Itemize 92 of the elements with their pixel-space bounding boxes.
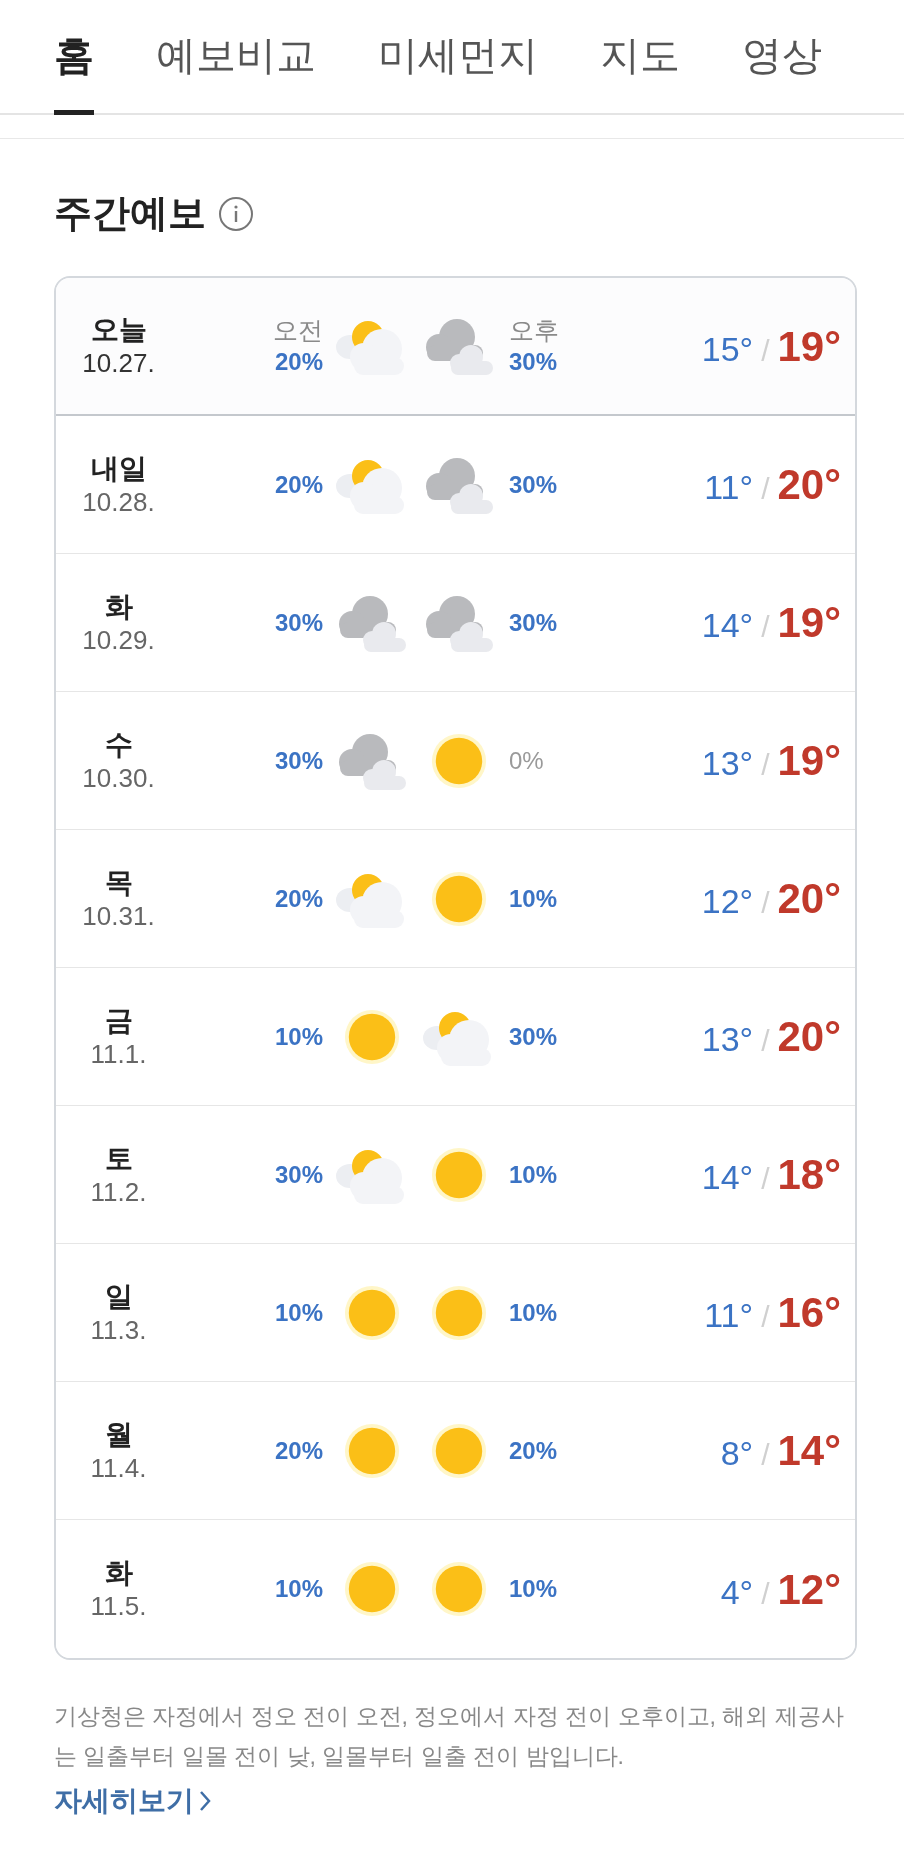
low-temperature: 13° — [701, 1019, 754, 1060]
high-temperature: 18° — [777, 1150, 841, 1200]
period-label: 오후 — [509, 315, 559, 347]
low-temperature: 15° — [701, 328, 754, 370]
low-temperature: 14° — [701, 605, 754, 646]
high-temperature: 20° — [777, 460, 841, 510]
date-label: 10.29. — [82, 623, 155, 657]
precipitation: 10% — [509, 883, 558, 914]
day-label: 오늘 — [90, 313, 147, 348]
separator: / — [761, 1437, 770, 1473]
tab[interactable]: 예보비교 — [156, 0, 316, 115]
separator: / — [761, 1023, 770, 1059]
day-label: 화 — [104, 589, 133, 624]
day-label: 금 — [104, 1003, 133, 1038]
sun-icon — [430, 731, 488, 790]
tab[interactable]: 미세먼지 — [378, 0, 538, 115]
separator: / — [761, 332, 770, 369]
high-temperature: 20° — [777, 874, 841, 924]
high-temperature: 14° — [777, 1426, 841, 1476]
day-label: 화 — [104, 1556, 133, 1591]
precipitation: 0% — [509, 745, 544, 776]
precipitation: 30% — [274, 1159, 323, 1190]
sun-icon — [343, 1421, 401, 1480]
precipitation: 20% — [274, 883, 323, 914]
info-icon[interactable] — [218, 195, 254, 232]
sun-icon — [430, 1145, 488, 1204]
precipitation: 20% — [274, 469, 323, 500]
precipitation: 10% — [274, 1297, 323, 1328]
section-title: 주간예보 — [54, 191, 206, 236]
more-link[interactable]: 자세히보기 — [54, 1780, 212, 1822]
separator: / — [761, 885, 770, 921]
low-temperature: 11° — [704, 1295, 754, 1336]
date-label: 11.3. — [90, 1313, 147, 1347]
low-temperature: 14° — [701, 1157, 754, 1198]
precipitation: 20% — [274, 346, 323, 377]
sun-icon — [430, 1560, 488, 1618]
precipitation: 10% — [509, 1159, 558, 1190]
tab[interactable]: 영상 — [742, 0, 822, 115]
precipitation: 10% — [274, 1021, 323, 1052]
period-label: 오전 — [273, 315, 323, 347]
footnote: 기상청은 자정에서 정오 전이 오전, 정오에서 자정 전이 오후이고, 해외 제공사는 일출부터 일몰 전이 낮, 일몰부터 일출 전이 밤입니다. — [54, 1702, 845, 1771]
day-label: 월 — [104, 1417, 133, 1452]
separator: / — [761, 747, 770, 783]
separator: / — [761, 609, 770, 645]
date-label: 11.4. — [90, 1451, 147, 1485]
sun-icon — [343, 1560, 401, 1618]
low-temperature: 13° — [701, 743, 754, 784]
date-label: 11.1. — [90, 1037, 147, 1071]
precipitation: 30% — [509, 469, 558, 500]
precipitation: 10% — [274, 1574, 323, 1604]
low-temperature: 12° — [701, 881, 754, 922]
date-label: 10.30. — [82, 761, 155, 795]
day-label: 토 — [104, 1141, 133, 1176]
sun-icon — [430, 1421, 488, 1480]
sun-icon — [430, 1283, 488, 1342]
high-temperature: 19° — [777, 598, 841, 648]
day-label: 일 — [104, 1279, 133, 1314]
high-temperature: 19° — [777, 736, 841, 786]
day-label: 내일 — [90, 451, 147, 486]
precipitation: 30% — [509, 346, 558, 377]
precipitation: 20% — [509, 1435, 558, 1466]
precipitation: 30% — [509, 1021, 558, 1052]
day-label: 수 — [104, 727, 133, 762]
precipitation: 30% — [274, 745, 323, 776]
date-label: 11.2. — [90, 1175, 147, 1209]
sun-icon — [343, 1007, 401, 1066]
high-temperature: 16° — [777, 1288, 841, 1338]
separator: / — [761, 1575, 770, 1612]
low-temperature: 11° — [704, 467, 754, 508]
sun-icon — [343, 1283, 401, 1342]
separator: / — [761, 1299, 770, 1335]
high-temperature: 19° — [777, 321, 841, 372]
date-label: 11.5. — [90, 1590, 147, 1623]
low-temperature: 8° — [720, 1433, 754, 1474]
low-temperature: 4° — [720, 1571, 754, 1613]
precipitation: 30% — [509, 607, 558, 638]
high-temperature: 20° — [777, 1012, 841, 1062]
date-label: 10.28. — [82, 485, 155, 519]
date-label: 10.31. — [82, 899, 155, 933]
date-label: 10.27. — [82, 347, 155, 380]
precipitation: 10% — [509, 1297, 558, 1328]
tab[interactable]: 홈 — [54, 0, 94, 115]
separator: / — [761, 471, 770, 507]
precipitation: 30% — [274, 607, 323, 638]
precipitation: 20% — [274, 1435, 323, 1466]
separator: / — [761, 1161, 770, 1197]
day-label: 목 — [104, 865, 133, 900]
precipitation: 10% — [509, 1574, 558, 1604]
chevron-right-icon — [198, 1789, 212, 1813]
high-temperature: 12° — [777, 1564, 841, 1615]
sun-icon — [430, 869, 488, 928]
tab[interactable]: 지도 — [600, 0, 680, 115]
